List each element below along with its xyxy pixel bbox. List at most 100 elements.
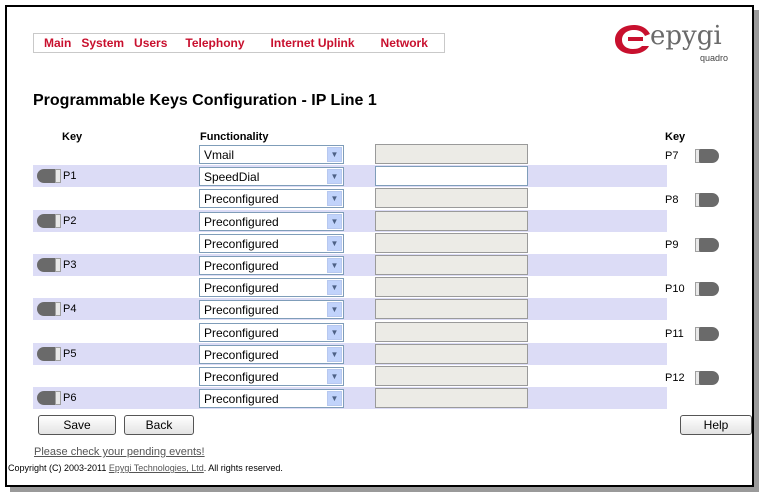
functionality-select[interactable]: Preconfigured ▼	[199, 345, 344, 364]
functionality-header: Functionality	[200, 131, 269, 143]
chevron-down-icon[interactable]: ▼	[327, 147, 342, 162]
phone-key-led-icon	[37, 214, 61, 228]
copyright-company-link[interactable]: Epygi Technologies, Ltd	[109, 463, 204, 473]
key-value-input[interactable]	[375, 388, 528, 408]
phone-key-led-icon	[37, 169, 61, 183]
phone-key-led-icon	[695, 327, 719, 341]
chevron-down-icon[interactable]: ▼	[327, 325, 342, 340]
main-nav: Main System Users Telephony Internet Upl…	[33, 33, 445, 53]
key-label: P2	[63, 215, 77, 227]
functionality-select[interactable]: Preconfigured ▼	[199, 212, 344, 231]
copyright-prefix: Copyright (C) 2003-2011	[8, 463, 109, 473]
functionality-select[interactable]: Preconfigured ▼	[199, 367, 344, 386]
functionality-value: Preconfigured	[204, 348, 279, 362]
table-row	[33, 143, 667, 165]
logo-text: epygi	[650, 21, 722, 51]
table-row	[33, 232, 667, 254]
table-row	[33, 343, 667, 365]
phone-key-led-icon	[37, 302, 61, 316]
nav-telephony[interactable]: Telephony	[185, 36, 244, 50]
key-label: P4	[63, 303, 77, 315]
key-label: P6	[63, 392, 77, 404]
page-title: Programmable Keys Configuration - IP Lin…	[33, 92, 377, 109]
functionality-select[interactable]: Vmail ▼	[199, 145, 344, 164]
phone-key-led-icon	[37, 347, 61, 361]
functionality-value: SpeedDial	[204, 170, 260, 184]
nav-system[interactable]: System	[81, 36, 124, 50]
chevron-down-icon[interactable]: ▼	[327, 236, 342, 251]
key-value-input[interactable]	[375, 299, 528, 319]
key-label: P7	[665, 150, 679, 162]
nav-users[interactable]: Users	[134, 36, 167, 50]
phone-key-led-icon	[695, 238, 719, 252]
chevron-down-icon[interactable]: ▼	[327, 214, 342, 229]
functionality-value: Preconfigured	[204, 392, 279, 406]
chevron-down-icon[interactable]: ▼	[327, 258, 342, 273]
back-button[interactable]: Back	[124, 415, 194, 435]
key-value-input[interactable]	[375, 188, 528, 208]
phone-key-led-icon	[695, 282, 719, 296]
functionality-value: Vmail	[204, 148, 235, 162]
phone-key-led-icon	[37, 391, 61, 405]
nav-network[interactable]: Network	[381, 36, 428, 50]
chevron-down-icon[interactable]: ▼	[327, 302, 342, 317]
table-row	[33, 365, 667, 387]
functionality-select[interactable]: SpeedDial ▼	[199, 167, 344, 186]
key-value-input[interactable]	[375, 255, 528, 275]
key-right-header: Key	[665, 131, 686, 143]
key-value-input[interactable]	[375, 277, 528, 297]
functionality-select[interactable]: Preconfigured ▼	[199, 323, 344, 342]
functionality-select[interactable]: Preconfigured ▼	[199, 256, 344, 275]
copyright-suffix: . All rights reserved.	[203, 463, 283, 473]
key-value-input[interactable]	[375, 166, 528, 186]
functionality-value: Preconfigured	[204, 215, 279, 229]
functionality-select[interactable]: Preconfigured ▼	[199, 189, 344, 208]
chevron-down-icon[interactable]: ▼	[327, 391, 342, 406]
chevron-down-icon[interactable]: ▼	[327, 280, 342, 295]
nav-main[interactable]: Main	[44, 36, 71, 50]
table-row	[33, 298, 667, 320]
functionality-value: Preconfigured	[204, 303, 279, 317]
functionality-select[interactable]: Preconfigured ▼	[199, 300, 344, 319]
epygi-logo: epygi quadro	[612, 21, 736, 80]
copyright-text: Copyright (C) 2003-2011 Epygi Technologi…	[8, 463, 283, 473]
key-label: P1	[63, 170, 77, 182]
save-button[interactable]: Save	[38, 415, 116, 435]
table-row	[33, 254, 667, 276]
nav-internet-uplink[interactable]: Internet Uplink	[271, 36, 355, 50]
functionality-select[interactable]: Preconfigured ▼	[199, 234, 344, 253]
chevron-down-icon[interactable]: ▼	[327, 169, 342, 184]
key-label: P11	[665, 328, 684, 340]
key-label: P5	[63, 348, 77, 360]
table-row	[33, 276, 667, 298]
functionality-select[interactable]: Preconfigured ▼	[199, 278, 344, 297]
key-value-input[interactable]	[375, 322, 528, 342]
key-value-input[interactable]	[375, 233, 528, 253]
functionality-value: Preconfigured	[204, 281, 279, 295]
key-value-input[interactable]	[375, 144, 528, 164]
key-label: P9	[665, 239, 679, 251]
phone-key-led-icon	[695, 371, 719, 385]
functionality-value: Preconfigured	[204, 259, 279, 273]
chevron-down-icon[interactable]: ▼	[327, 347, 342, 362]
phone-key-led-icon	[37, 258, 61, 272]
key-value-input[interactable]	[375, 344, 528, 364]
key-label: P8	[665, 194, 679, 206]
key-label: P3	[63, 259, 77, 271]
functionality-value: Preconfigured	[204, 326, 279, 340]
chevron-down-icon[interactable]: ▼	[327, 369, 342, 384]
key-label: P10	[665, 283, 685, 295]
pending-events-link[interactable]: Please check your pending events!	[34, 446, 205, 458]
key-value-input[interactable]	[375, 366, 528, 386]
logo-swirl-icon	[615, 25, 650, 54]
help-button[interactable]: Help	[680, 415, 752, 435]
table-row	[33, 210, 667, 232]
functionality-select[interactable]: Preconfigured ▼	[199, 389, 344, 408]
functionality-value: Preconfigured	[204, 370, 279, 384]
functionality-value: Preconfigured	[204, 192, 279, 206]
logo-subtext: quadro	[700, 53, 729, 63]
table-row	[33, 321, 667, 343]
key-value-input[interactable]	[375, 211, 528, 231]
chevron-down-icon[interactable]: ▼	[327, 191, 342, 206]
table-row	[33, 387, 667, 409]
